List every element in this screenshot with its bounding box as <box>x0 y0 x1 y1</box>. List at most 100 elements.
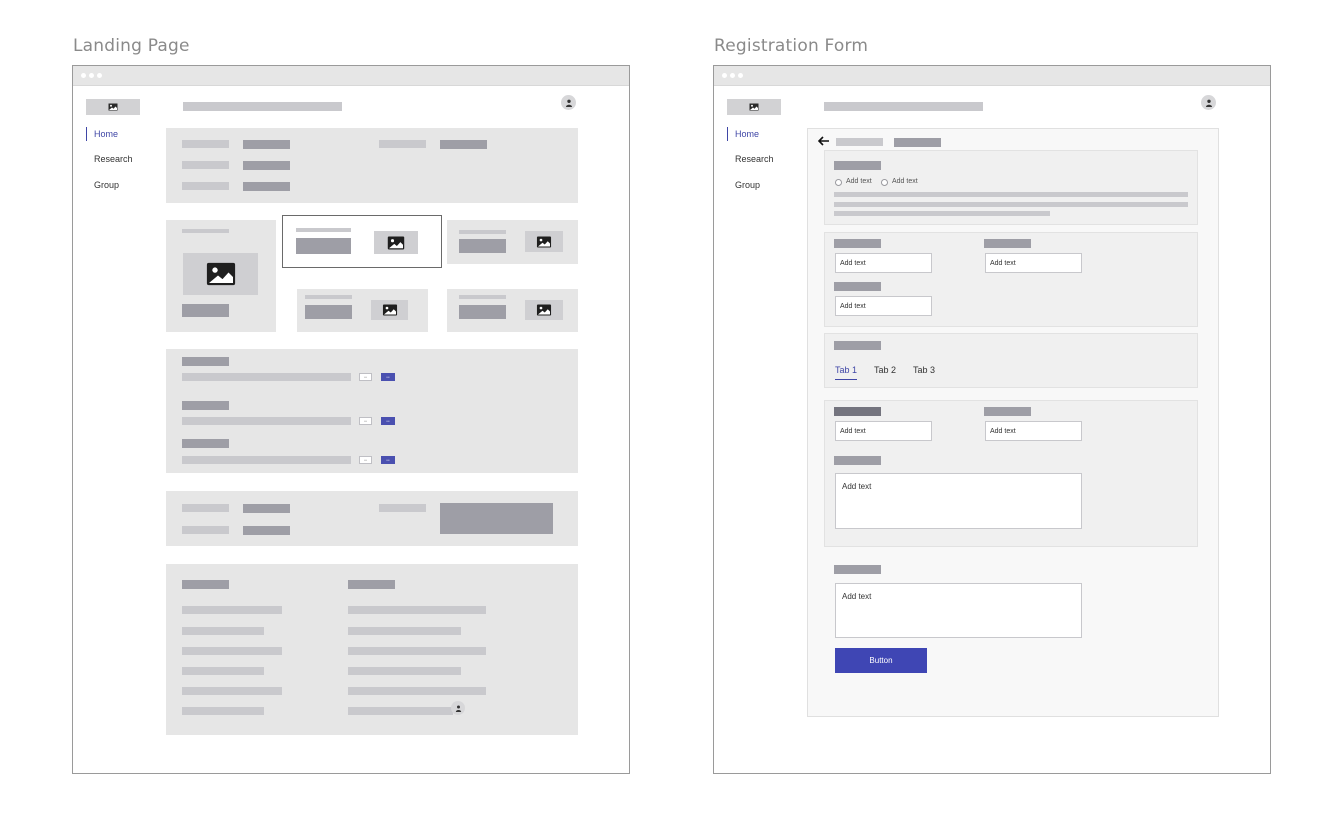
placeholder-label <box>182 526 229 534</box>
placeholder-value <box>440 140 487 149</box>
list-item-title <box>182 401 229 410</box>
text-field[interactable]: Add text <box>835 421 932 441</box>
radio-option[interactable] <box>881 179 888 186</box>
placeholder-value <box>243 140 290 149</box>
field-label <box>834 407 881 416</box>
placeholder-label <box>379 504 426 512</box>
list-item-secondary-button[interactable]: ••• <box>359 456 372 464</box>
window-dot <box>81 73 86 78</box>
links-panel <box>166 564 578 735</box>
arrow-left-icon[interactable] <box>818 136 830 146</box>
card-image <box>183 253 258 295</box>
placeholder-text <box>296 238 351 254</box>
card[interactable] <box>297 289 428 332</box>
card-image <box>525 231 563 252</box>
details-panel <box>166 491 578 546</box>
link-placeholder <box>348 687 486 695</box>
nav-item-home[interactable]: Home <box>94 129 118 139</box>
tab-1[interactable]: Tab 1 <box>835 365 857 375</box>
list-item-secondary-button[interactable]: ••• <box>359 417 372 425</box>
textarea[interactable]: Add text <box>835 583 1082 638</box>
card[interactable] <box>447 289 578 332</box>
text-field[interactable]: Add text <box>985 253 1082 273</box>
text-field[interactable]: Add text <box>985 421 1082 441</box>
list-item-text <box>182 373 351 381</box>
form-section: Add text Add text Add text <box>824 232 1198 327</box>
list-item-text <box>182 456 351 464</box>
link-placeholder <box>182 647 282 655</box>
placeholder-label <box>379 140 426 148</box>
textarea[interactable]: Add text <box>835 473 1082 529</box>
list-item-primary-button[interactable]: ••• <box>381 417 395 425</box>
placeholder-value <box>243 504 290 513</box>
tabs-section: Tab 1 Tab 2 Tab 3 <box>824 333 1198 388</box>
window-dot <box>722 73 727 78</box>
field-label <box>834 282 881 291</box>
link-placeholder <box>182 707 264 715</box>
placeholder-value <box>243 182 290 191</box>
featured-card[interactable] <box>166 220 276 332</box>
link-placeholder <box>348 627 461 635</box>
selected-card[interactable] <box>282 215 442 268</box>
placeholder-block <box>440 503 553 534</box>
avatar[interactable] <box>451 701 465 715</box>
header-placeholder <box>824 102 983 111</box>
field-label <box>834 456 881 465</box>
submit-button[interactable]: Button <box>835 648 927 673</box>
nav-item-home[interactable]: Home <box>735 129 759 139</box>
tab-3[interactable]: Tab 3 <box>913 365 935 375</box>
text-field[interactable]: Add text <box>835 296 932 316</box>
image-icon <box>749 103 759 111</box>
text-field[interactable]: Add text <box>835 253 932 273</box>
list-panel: ••• ••• ••• ••• ••• ••• <box>166 349 578 473</box>
link-placeholder <box>182 687 282 695</box>
header-placeholder <box>183 102 342 111</box>
placeholder-label <box>182 140 229 148</box>
field-label <box>834 239 881 248</box>
placeholder-button <box>182 304 229 317</box>
field-label <box>834 565 881 574</box>
user-icon <box>455 705 461 712</box>
summary-panel <box>166 128 578 203</box>
nav-item-group[interactable]: Group <box>94 180 119 190</box>
section-label <box>834 161 881 170</box>
placeholder-label <box>182 504 229 512</box>
nav-item-group[interactable]: Group <box>735 180 760 190</box>
link-placeholder <box>182 606 282 614</box>
radio-option[interactable] <box>835 179 842 186</box>
window-dot <box>738 73 743 78</box>
avatar[interactable] <box>561 95 576 110</box>
user-icon <box>1205 99 1212 107</box>
avatar[interactable] <box>1201 95 1216 110</box>
list-item-text <box>182 417 351 425</box>
placeholder-title <box>296 228 351 232</box>
tab-2[interactable]: Tab 2 <box>874 365 896 375</box>
link-placeholder <box>348 647 486 655</box>
card[interactable] <box>447 220 578 264</box>
window-titlebar <box>714 66 1270 86</box>
card-image <box>371 300 408 320</box>
nav-item-research[interactable]: Research <box>735 154 774 164</box>
list-item-title <box>182 357 229 366</box>
section-label <box>834 341 881 350</box>
image-icon <box>536 304 552 316</box>
list-item-primary-button[interactable]: ••• <box>381 373 395 381</box>
card-image <box>374 231 418 254</box>
logo[interactable] <box>727 99 781 115</box>
window-titlebar <box>73 66 629 86</box>
text-line <box>834 211 1050 216</box>
placeholder-text <box>459 239 506 253</box>
window-dot <box>730 73 735 78</box>
text-line <box>834 202 1188 207</box>
list-item-secondary-button[interactable]: ••• <box>359 373 372 381</box>
logo[interactable] <box>86 99 140 115</box>
window-dot <box>89 73 94 78</box>
placeholder-text <box>459 305 506 319</box>
registration-browser-window: Home Research Group Add text Add text Ad… <box>713 65 1271 774</box>
list-item-primary-button[interactable]: ••• <box>381 456 395 464</box>
nav-item-research[interactable]: Research <box>94 154 133 164</box>
image-icon <box>387 236 405 249</box>
nav-active-indicator <box>727 127 728 141</box>
link-placeholder <box>348 667 461 675</box>
nav-active-indicator <box>86 127 87 141</box>
